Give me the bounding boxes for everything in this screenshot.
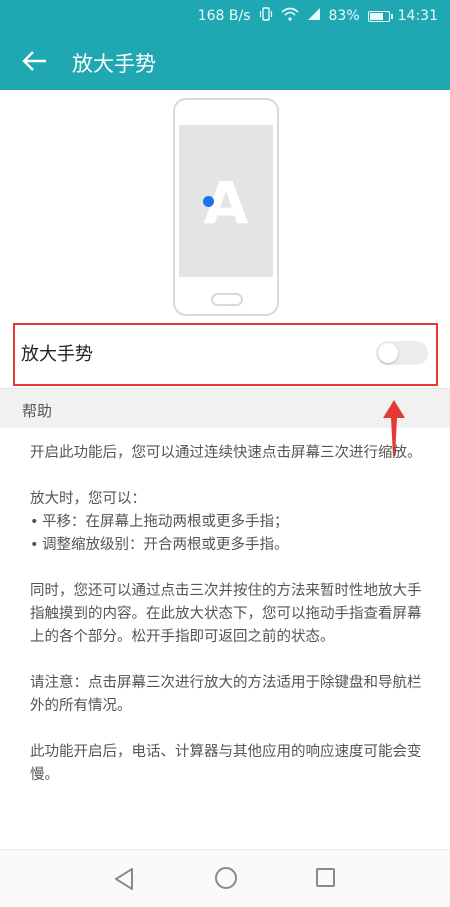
network-speed: 168 B/s: [197, 8, 251, 24]
bullet-icon: •: [30, 537, 39, 553]
phone-home-button-icon: [211, 293, 243, 306]
help-paragraph-1: 开启此功能后，您可以通过连续快速点击屏幕三次进行缩放。: [30, 445, 422, 461]
battery-icon: [367, 10, 393, 22]
wifi-icon: [280, 7, 299, 25]
vibrate-icon: [259, 7, 273, 25]
help-title: 帮助: [22, 402, 53, 420]
tap-dot-icon: [203, 196, 214, 207]
status-bar: 168 B/s 83% 14:31: [0, 0, 450, 32]
phone-letter: A: [203, 169, 249, 237]
phone-screen: A: [179, 125, 273, 277]
bullet-icon: •: [30, 514, 39, 530]
system-navigation-bar: [0, 849, 450, 907]
phone-illustration: A: [173, 98, 279, 316]
signal-icon: [307, 7, 321, 25]
battery-percent: 83%: [328, 8, 360, 24]
magnify-illustration: A: [0, 90, 450, 320]
back-triangle-icon[interactable]: [112, 866, 138, 892]
help-paragraph-3: 同时，您还可以通过点击三次并按住的方法来暂时性地放大手指触摸到的内容。在此放大状…: [30, 583, 422, 645]
help-bullet-2-text: 调整缩放级别：开合两根或更多手指。: [42, 537, 289, 553]
magnify-gesture-switch[interactable]: [376, 341, 428, 365]
page-title: 放大手势: [72, 52, 156, 76]
status-icons: 168 B/s 83% 14:31: [198, 7, 438, 25]
help-bullet-1-text: 平移：在屏幕上拖动两根或更多手指；: [42, 514, 289, 530]
help-paragraph-2-intro: 放大时，您可以：: [30, 491, 146, 507]
back-button[interactable]: [18, 44, 52, 78]
home-circle-icon[interactable]: [215, 867, 237, 889]
recents-square-icon[interactable]: [316, 868, 335, 887]
clock: 14:31: [397, 8, 438, 24]
back-arrow-icon: [22, 51, 46, 71]
help-paragraph-5: 此功能开启后，电话、计算器与其他应用的响应速度可能会变慢。: [30, 744, 422, 783]
battery-level: [369, 12, 383, 20]
magnify-gesture-label: 放大手势: [21, 344, 93, 365]
help-paragraph-2: 放大时，您可以： • 平移：在屏幕上拖动两根或更多手指； • 调整缩放级别：开合两根…: [30, 488, 425, 557]
help-paragraph-4: 请注意：点击屏幕三次进行放大的方法适用于除键盘和导航栏外的所有情况。: [30, 675, 422, 714]
switch-knob: [378, 343, 398, 363]
app-bar: 放大手势: [0, 32, 450, 90]
help-content: 开启此功能后，您可以通过连续快速点击屏幕三次进行缩放。 放大时，您可以： • 平移…: [30, 442, 425, 810]
help-bullet-2: • 调整缩放级别：开合两根或更多手指。: [30, 534, 425, 557]
help-bullet-1: • 平移：在屏幕上拖动两根或更多手指；: [30, 511, 425, 534]
